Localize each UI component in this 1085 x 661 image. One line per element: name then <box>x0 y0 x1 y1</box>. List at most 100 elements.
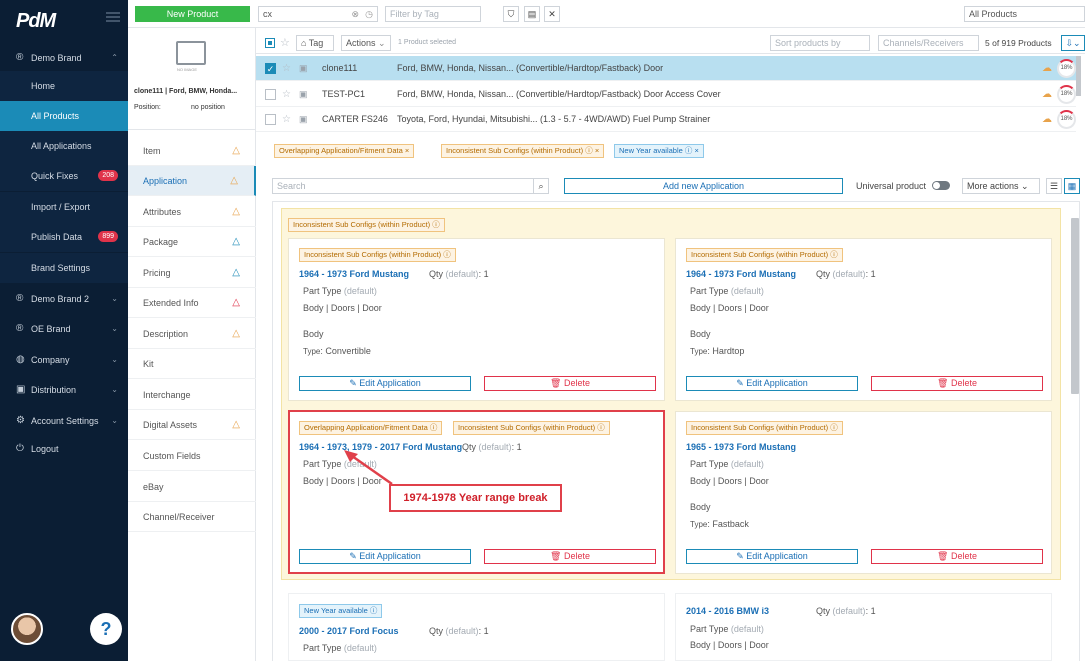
row-checkbox[interactable]: ✓ <box>265 63 276 74</box>
brand-icon: ® <box>16 52 24 63</box>
menu-package[interactable]: Package △ <box>128 227 256 257</box>
edit-application-button[interactable]: ✎ Edit Application <box>686 376 858 391</box>
help-button[interactable]: ? <box>90 613 122 645</box>
application-title[interactable]: 1964 - 1973 Ford Mustang <box>686 269 796 279</box>
menu-description[interactable]: Description △ <box>128 319 256 349</box>
nav-quick-fixes[interactable]: Quick Fixes 208 <box>0 161 128 191</box>
application-search-input[interactable]: Search <box>272 178 534 194</box>
filter-icon[interactable]: ⛉ <box>503 6 519 22</box>
star-icon[interactable]: ☆ <box>282 82 291 107</box>
channels-select[interactable]: Channels/Receivers <box>878 35 979 51</box>
edit-application-button[interactable]: ✎ Edit Application <box>686 549 858 564</box>
product-search-input[interactable]: cx ⊗ ◷ <box>258 6 378 22</box>
chevron-up-icon: ⌃ <box>111 53 118 62</box>
info-icon: ⓘ <box>585 146 593 155</box>
universal-toggle[interactable] <box>932 181 950 190</box>
issue-tag: Inconsistent Sub Configs (within Product… <box>299 248 456 262</box>
nav-logout[interactable]: ⏻ Logout <box>0 434 128 464</box>
nav-distribution[interactable]: ▣ Distribution ⌄ <box>0 375 128 405</box>
body-label: Body <box>303 329 324 339</box>
filter-chip-inconsistent[interactable]: Inconsistent Sub Configs (within Product… <box>441 144 605 158</box>
menu-channel-receiver[interactable]: Channel/Receiver <box>128 502 256 532</box>
menu-ebay[interactable]: eBay <box>128 472 256 502</box>
part-type-label: Part Type (default) <box>690 286 764 296</box>
product-row[interactable]: ✓ ☆ ▣ clone111 Ford, BMW, Honda, Nissan.… <box>256 56 1076 81</box>
nav-import-export[interactable]: Import / Export <box>0 192 128 222</box>
star-icon[interactable]: ☆ <box>282 56 291 81</box>
chevron-down-icon: ⌄ <box>1021 181 1029 191</box>
application-title[interactable]: 1964 - 1973 Ford Mustang <box>299 269 409 279</box>
save-icon[interactable]: ▤ <box>524 6 540 22</box>
menu-item[interactable]: Item △ <box>128 136 256 166</box>
delete-button[interactable]: 🗑 Delete <box>871 376 1043 391</box>
star-icon[interactable]: ☆ <box>280 36 290 49</box>
image-icon: ▣ <box>299 89 308 99</box>
nav-demo-brand-2[interactable]: ® Demo Brand 2 ⌄ <box>0 284 128 314</box>
menu-extended-info[interactable]: Extended Info △ <box>128 288 256 318</box>
export-icon[interactable]: ⇩⌄ <box>1061 35 1085 51</box>
close-icon[interactable]: × <box>595 146 599 155</box>
nav-all-applications[interactable]: All Applications <box>0 131 128 161</box>
application-title[interactable]: 2014 - 2016 BMW i3 <box>686 606 769 616</box>
application-card: 2014 - 2016 BMW i3 Qty (default): 1 Part… <box>675 593 1052 661</box>
grid-view-icon[interactable]: ▦ <box>1064 178 1080 194</box>
list-view-icon[interactable]: ☰ <box>1046 178 1062 194</box>
filter-chip-overlap[interactable]: Overlapping Application/Fitment Data × <box>274 144 415 158</box>
product-row[interactable]: ☆ ▣ TEST-PC1 Ford, BMW, Honda, Nissan...… <box>256 82 1076 107</box>
cloud-icon: ☁ <box>1042 114 1052 125</box>
chevron-down-icon: ⌄ <box>111 324 118 333</box>
star-icon[interactable]: ☆ <box>282 107 291 132</box>
select-all-checkbox[interactable] <box>265 38 275 48</box>
actions-dropdown[interactable]: Actions ⌄ <box>341 35 391 51</box>
filter-chip-new-year[interactable]: New Year available ⓘ × <box>614 144 704 158</box>
sort-select[interactable]: Sort products by <box>770 35 870 51</box>
search-icon[interactable]: ⌕ <box>533 178 549 194</box>
info-icon: ⓘ <box>830 250 838 259</box>
close-icon[interactable]: × <box>694 146 698 155</box>
nav-oe-brand[interactable]: ® OE Brand ⌄ <box>0 314 128 344</box>
delete-button[interactable]: 🗑 Delete <box>871 549 1043 564</box>
delete-button[interactable]: 🗑 Delete <box>484 376 656 391</box>
nav-publish-data[interactable]: Publish Data 899 <box>0 222 128 252</box>
more-actions-dropdown[interactable]: More actions ⌄ <box>962 178 1040 194</box>
menu-custom-fields[interactable]: Custom Fields <box>128 441 256 471</box>
application-card: Inconsistent Sub Configs (within Product… <box>288 238 665 401</box>
nav-account-settings[interactable]: ⚙ Account Settings ⌄ <box>0 406 128 436</box>
content-scrollbar[interactable] <box>1071 218 1079 394</box>
row-checkbox[interactable] <box>265 89 276 100</box>
menu-digital-assets[interactable]: Digital Assets △ <box>128 410 256 440</box>
menu-pricing[interactable]: Pricing △ <box>128 258 256 288</box>
chevron-down-icon: ⌄ <box>378 38 386 48</box>
close-icon[interactable]: ✕ <box>544 6 560 22</box>
application-title[interactable]: 2000 - 2017 Ford Focus <box>299 626 399 636</box>
tag-filter-input[interactable]: Filter by Tag <box>385 6 481 22</box>
menu-kit[interactable]: Kit <box>128 349 256 379</box>
scope-select[interactable]: All Products <box>964 6 1085 22</box>
clear-icon[interactable]: ⊗ <box>351 7 359 21</box>
info-warning-icon: △ <box>232 236 240 247</box>
nav-brand-settings[interactable]: Brand Settings <box>0 253 128 283</box>
history-icon[interactable]: ◷ <box>365 7 373 21</box>
menu-toggle-icon[interactable] <box>106 12 120 22</box>
nav-home[interactable]: Home <box>0 71 128 101</box>
add-application-button[interactable]: Add new Application <box>564 178 843 194</box>
tag-button[interactable]: ⌂ Tag <box>296 35 334 51</box>
warning-icon: △ <box>232 328 240 339</box>
menu-application[interactable]: Application △ <box>128 166 256 196</box>
edit-application-button[interactable]: ✎ Edit Application <box>299 376 471 391</box>
avatar[interactable] <box>11 613 43 645</box>
nav-demo-brand[interactable]: ® Demo Brand ⌃ <box>0 43 128 73</box>
row-checkbox[interactable] <box>265 114 276 125</box>
menu-interchange[interactable]: Interchange <box>128 380 256 410</box>
part-type-label: Part Type (default) <box>690 459 764 469</box>
application-card: Inconsistent Sub Configs (within Product… <box>675 411 1052 574</box>
list-scrollbar[interactable] <box>1076 56 1081 96</box>
menu-attributes[interactable]: Attributes △ <box>128 197 256 227</box>
nav-company[interactable]: ◍ Company ⌄ <box>0 345 128 375</box>
new-product-button[interactable]: New Product <box>135 6 250 22</box>
nav-all-products[interactable]: All Products <box>0 101 128 131</box>
close-icon[interactable]: × <box>405 146 409 155</box>
image-icon: ▣ <box>299 63 308 73</box>
product-row[interactable]: ☆ ▣ CARTER FS246 Toyota, Ford, Hyundai, … <box>256 107 1076 132</box>
application-title[interactable]: 1965 - 1973 Ford Mustang <box>686 442 796 452</box>
